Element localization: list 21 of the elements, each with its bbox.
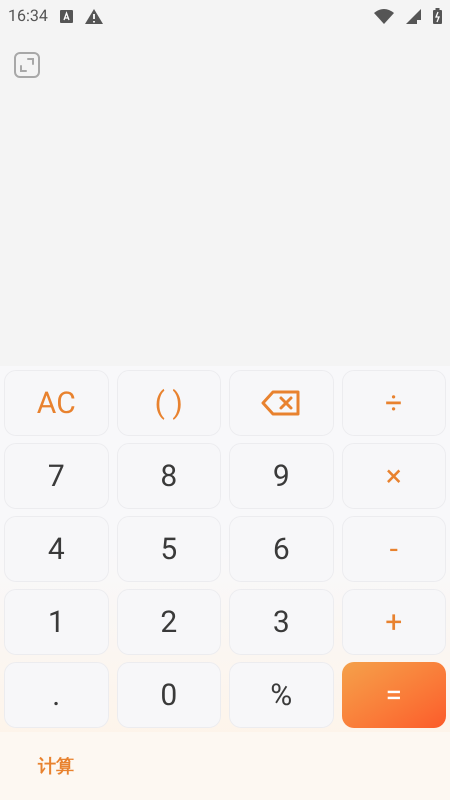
key-button[interactable]: 2 xyxy=(116,589,221,655)
status-time: 16:34 xyxy=(8,5,48,27)
backspace-icon xyxy=(261,390,302,416)
wifi-icon xyxy=(374,8,394,24)
key-button[interactable]: 0 xyxy=(116,662,221,728)
key-button[interactable]: 8 xyxy=(116,443,221,509)
expand-icon[interactable] xyxy=(14,52,40,78)
key-button[interactable]: 7 xyxy=(4,443,108,509)
key-button[interactable]: 3 xyxy=(229,589,334,655)
key-button[interactable]: % xyxy=(229,662,334,728)
key-button[interactable]: 4 xyxy=(4,516,108,582)
warning-icon xyxy=(84,8,103,24)
battery-icon xyxy=(433,8,442,24)
notification-icon xyxy=(60,10,73,22)
key-button[interactable]: 5 xyxy=(116,516,221,582)
signal-icon xyxy=(406,8,421,24)
key-button[interactable]: . xyxy=(4,662,108,728)
key-button[interactable]: 1 xyxy=(4,589,108,655)
backspace-button[interactable] xyxy=(229,370,334,436)
key-button[interactable]: 6 xyxy=(229,516,334,582)
key-button[interactable]: 9 xyxy=(229,443,334,509)
